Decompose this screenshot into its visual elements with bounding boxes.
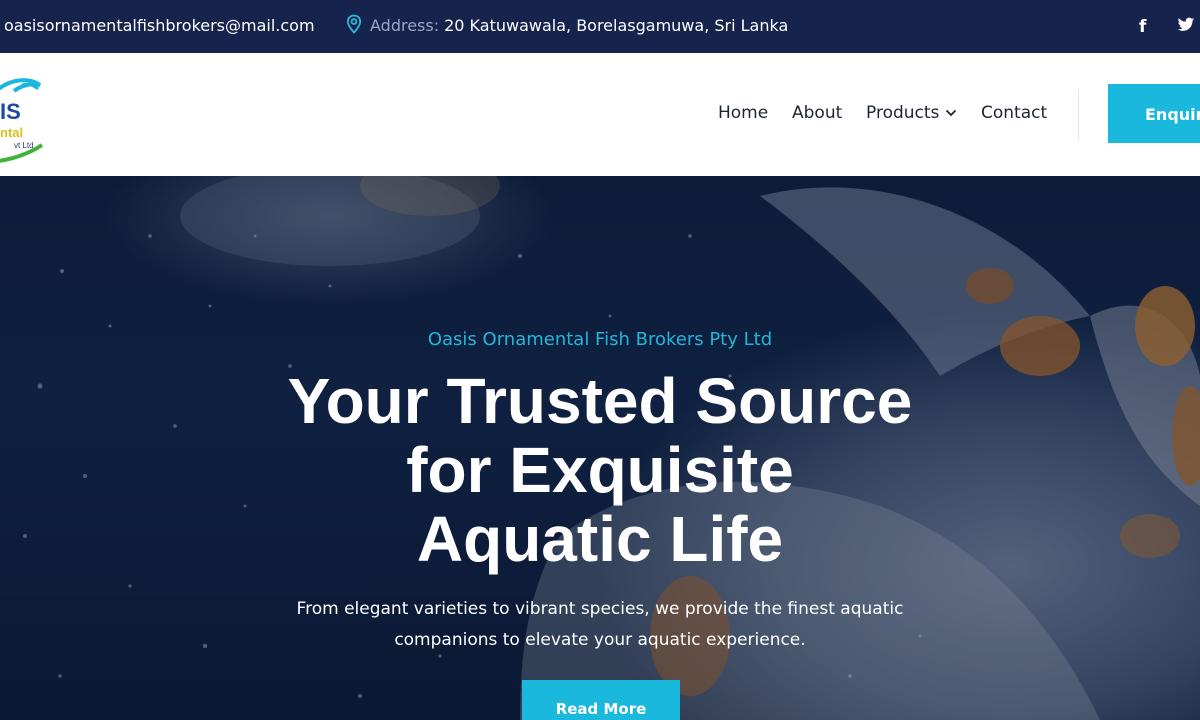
- logo-wordmark-sub: ntal: [0, 125, 23, 140]
- twitter-icon[interactable]: [1177, 17, 1195, 37]
- logo-wordmark-tag: vt Ltd: [14, 141, 34, 150]
- nav-products[interactable]: Products: [866, 103, 957, 123]
- nav-contact[interactable]: Contact: [981, 103, 1047, 123]
- nav-divider: [1078, 89, 1079, 141]
- nav-products-label: Products: [866, 103, 940, 123]
- hero-tagline: Oasis Ornamental Fish Brokers Pty Ltd: [427, 329, 773, 350]
- facebook-icon[interactable]: f: [1139, 17, 1146, 37]
- address-label: Address:: [370, 16, 440, 35]
- address-value: 20 Katuwawala, Borelasgamuwa, Sri Lanka: [444, 16, 789, 35]
- hero-description: From elegant varieties to vibrant specie…: [260, 594, 940, 656]
- hero-headline: Your Trusted Source for Exquisite Aquati…: [200, 367, 1000, 574]
- chevron-down-icon: [946, 109, 957, 117]
- company-logo[interactable]: IS ntal vt Ltd: [0, 69, 54, 163]
- read-more-button[interactable]: Read More: [522, 680, 680, 720]
- logo-wordmark: IS: [0, 99, 21, 124]
- hero-description-line: companions to elevate your aquatic exper…: [394, 630, 806, 650]
- hero-description-line: From elegant varieties to vibrant specie…: [296, 599, 904, 619]
- contact-address: Address: 20 Katuwawala, Borelasgamuwa, S…: [346, 14, 789, 35]
- location-pin-icon: [346, 14, 362, 34]
- hero-headline-line: Your Trusted Source: [287, 365, 913, 437]
- nav-about[interactable]: About: [792, 103, 842, 123]
- contact-email[interactable]: oasisornamentalfishbrokers@mail.com: [4, 16, 315, 35]
- hero-headline-line: Aquatic Life: [416, 503, 784, 575]
- hero-section: Oasis Ornamental Fish Brokers Pty Ltd Yo…: [0, 176, 1200, 720]
- main-header: IS ntal vt Ltd Home About Products Conta…: [0, 53, 1200, 176]
- top-contact-bar: oasisornamentalfishbrokers@mail.com Addr…: [0, 0, 1200, 53]
- enquire-button[interactable]: Enquire: [1108, 84, 1200, 143]
- hero-headline-line: for Exquisite: [406, 434, 794, 506]
- nav-home[interactable]: Home: [718, 103, 768, 123]
